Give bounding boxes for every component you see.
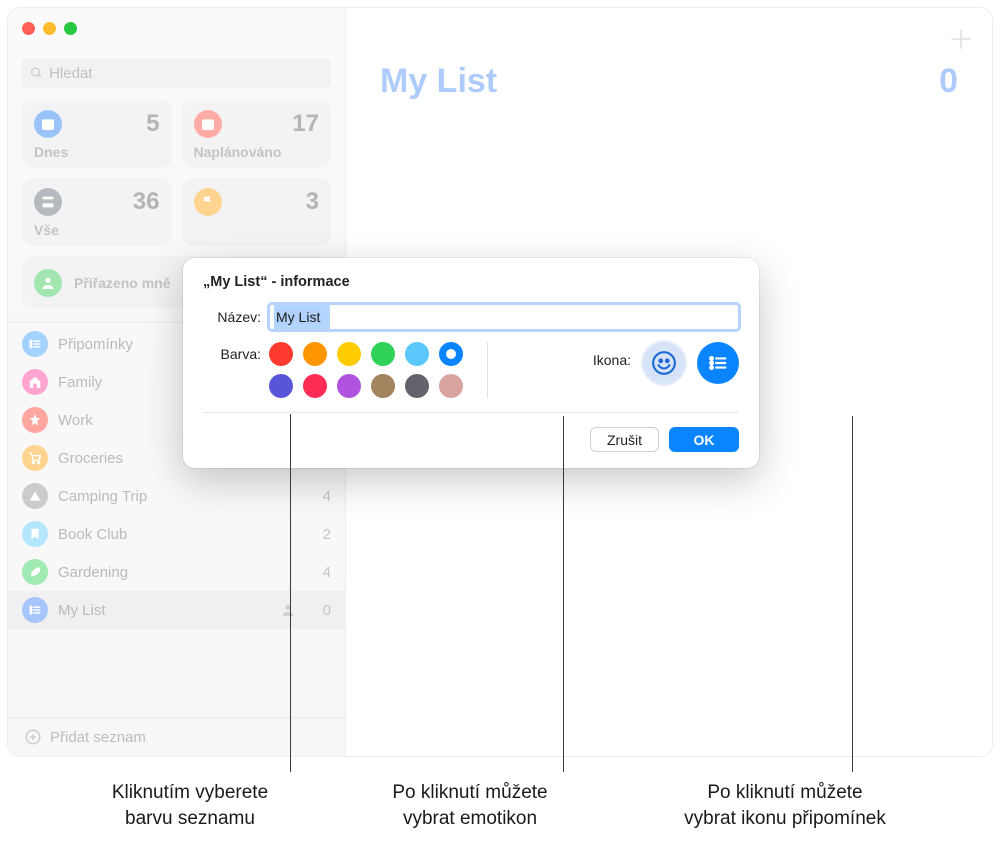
list-item-icon [22,445,48,471]
color-swatch[interactable] [405,374,429,398]
tile-today[interactable]: 5 Dnes [22,100,172,168]
minimize-window[interactable] [43,22,56,35]
list-item-count: 4 [309,488,331,505]
add-list-label: Přidat seznam [50,729,146,746]
list-count: 0 [939,62,958,101]
callout-emoji: Po kliknutí můžete vybrat emotikon [355,780,585,831]
list-item-icon [22,483,48,509]
tile-flagged[interactable]: 3 [182,178,332,246]
list-title: My List [380,62,497,101]
all-label: Vše [34,222,160,238]
color-swatch[interactable] [439,342,463,366]
list-item-count: 2 [309,526,331,543]
color-swatch[interactable] [303,342,327,366]
list-item-icon [22,559,48,585]
callout-color: Kliknutím vyberete barvu seznamu [70,780,310,831]
flagged-count: 3 [306,188,319,216]
shared-icon [279,602,297,618]
color-swatch[interactable] [371,374,395,398]
list-item-name: My List [58,602,269,619]
list-item-count: 4 [309,564,331,581]
smiley-icon [651,350,677,376]
today-count: 5 [146,110,159,138]
color-swatch[interactable] [405,342,429,366]
new-reminder-button[interactable]: ＋ [948,20,974,57]
list-item-icon [22,597,48,623]
color-swatch[interactable] [303,374,327,398]
list-item-icon [22,369,48,395]
today-icon [34,110,62,138]
list-item-count: 0 [309,602,331,619]
color-swatch[interactable] [269,374,293,398]
emoji-picker-button[interactable] [643,342,685,384]
sidebar-list-item[interactable]: Camping Trip 4 [8,477,345,515]
list-item-icon [22,521,48,547]
list-item-icon [22,331,48,357]
color-swatch[interactable] [269,342,293,366]
list-name-input[interactable] [269,304,739,330]
flag-icon [194,188,222,216]
search-field[interactable] [22,58,331,88]
dialog-divider [487,342,488,398]
assigned-label: Přiřazeno mně [74,275,170,291]
close-window[interactable] [22,22,35,35]
scheduled-count: 17 [292,110,319,138]
callout-line-emoji [563,416,564,772]
list-item-name: Camping Trip [58,488,299,505]
name-label: Název: [203,309,261,325]
plus-circle-icon [24,728,42,746]
icon-picker-button[interactable] [697,342,739,384]
color-swatch[interactable] [337,342,361,366]
all-icon [34,188,62,216]
sidebar-list-item[interactable]: My List 0 [8,591,345,629]
list-item-name: Book Club [58,526,299,543]
color-swatches [269,342,465,398]
zoom-window[interactable] [64,22,77,35]
color-swatch[interactable] [337,374,361,398]
person-icon [34,269,62,297]
dialog-title: „My List“ - informace [203,274,739,290]
add-list-button[interactable]: Přidat seznam [8,717,345,756]
scheduled-label: Naplánováno [194,144,320,160]
scheduled-icon [194,110,222,138]
list-item-icon [22,407,48,433]
callout-icon: Po kliknutí můžete vybrat ikonu připomín… [640,780,930,831]
tile-all[interactable]: 36 Vše [22,178,172,246]
icon-label: Ikona: [593,342,631,368]
sidebar-list-item[interactable]: Gardening 4 [8,553,345,591]
window-controls [22,22,77,35]
today-label: Dnes [34,144,160,160]
list-icon [707,352,729,374]
cancel-button[interactable]: Zrušit [590,427,659,452]
callout-line-color [290,414,291,772]
ok-button[interactable]: OK [669,427,739,452]
list-item-name: Gardening [58,564,299,581]
callout-line-icon [852,416,853,772]
color-label: Barva: [203,342,261,362]
color-swatch[interactable] [439,374,463,398]
all-count: 36 [133,188,160,216]
sidebar-list-item[interactable]: Book Club 2 [8,515,345,553]
search-input[interactable] [49,65,323,82]
tile-scheduled[interactable]: 17 Naplánováno [182,100,332,168]
list-info-dialog: „My List“ - informace Název: Barva: Ikon… [183,258,759,468]
color-swatch[interactable] [371,342,395,366]
search-icon [30,66,43,80]
